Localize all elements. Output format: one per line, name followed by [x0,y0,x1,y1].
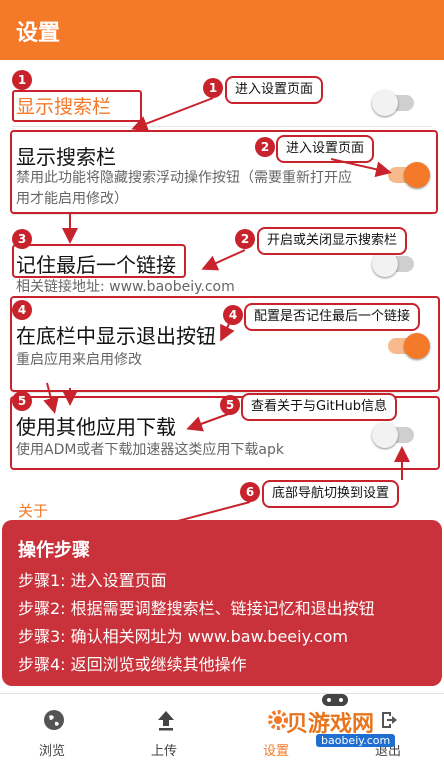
remember-link-desc: 相关链接地址: www.baobeiy.com [16,279,235,295]
upload-icon [158,711,174,731]
search-bar-toggle[interactable] [388,162,430,188]
step-number-3: 3 [12,229,32,249]
step-1: 步骤1: 进入设置页面 [18,571,167,590]
callout-number-6: 6 [240,482,260,502]
callout-enter-settings-2: 进入设置页面 [276,135,375,163]
title-bar: 设置 [0,0,444,60]
divider [12,126,432,127]
nav-browse-label: 浏览 [39,744,66,759]
exit-button-desc: 重启应用来启用修改 [16,352,142,368]
steps-title: 操作步骤 [18,540,90,561]
step-4: 步骤4: 返回浏览或继续其他操作 [18,655,247,674]
callout-toggle-search-bar: 开启或关闭显示搜索栏 [257,227,408,255]
callout-remember-link: 配置是否记住最后一个链接 [244,303,421,331]
step-2: 步骤2: 根据需要调整搜索栏、链接记忆和退出按钮 [18,599,375,618]
steps-panel: 操作步骤 步骤1: 进入设置页面 步骤2: 根据需要调整搜索栏、链接记忆和退出按… [2,520,442,686]
callout-number-4: 4 [223,305,243,325]
watermark: 贝游戏网 baobeiy.com [280,690,440,750]
callout-bottom-nav: 底部导航切换到设置 [262,480,400,508]
globe-icon [44,710,64,730]
divider [12,214,432,215]
nav-upload[interactable]: 上传 [134,702,198,762]
step-number-5: 5 [12,391,32,411]
callout-number-2b: 2 [235,229,255,249]
exit-button-toggle[interactable] [388,333,430,359]
about-label: 关于 [18,502,49,520]
callout-about-github: 查看关于与GitHub信息 [241,393,398,421]
callout-enter-settings: 进入设置页面 [225,76,324,104]
other-app-download-toggle[interactable] [372,422,414,448]
search-bar-toggle-top[interactable] [372,90,414,116]
other-download-desc: 使用ADM或者下载加速器这类应用下载apk [16,442,285,458]
step-3: 步骤3: 确认相关网址为 www.baw.beeiy.com [18,627,349,646]
remember-link-title: 记住最后一个链接 [16,253,176,277]
nav-browse[interactable]: 浏览 [22,702,86,762]
search-bar-title: 显示搜索栏 [16,145,116,169]
page-title: 设置 [16,21,61,46]
exit-button-title: 在底栏中显示退出按钮 [16,324,216,348]
nav-upload-label: 上传 [151,744,178,759]
top-label: 显示搜索栏 [16,96,112,118]
remember-link-toggle[interactable] [372,251,414,277]
search-bar-desc: 禁用此功能将隐藏搜索浮动操作按钮（需要重新打开应用才能启用修改） [16,170,352,207]
watermark-url: baobeiy.com [316,734,396,747]
callout-number-2: 2 [255,137,275,157]
other-download-title: 使用其他应用下载 [16,415,176,439]
callout-number-1: 1 [203,78,223,98]
callout-number-5: 5 [220,395,240,415]
step-number-1: 1 [12,70,32,90]
step-number-4: 4 [12,300,32,320]
